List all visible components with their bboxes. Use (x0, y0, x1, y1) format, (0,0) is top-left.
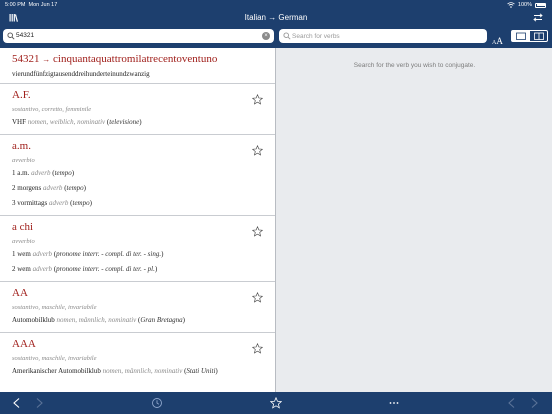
forward-icon[interactable] (33, 397, 45, 409)
verb-search-input[interactable] (292, 30, 472, 42)
list-item[interactable]: AAA sostantivo, maschile, invariabile Am… (0, 333, 275, 392)
entry-headword: a chi (12, 221, 34, 233)
entry-headword: A.F. (12, 89, 31, 101)
status-bar: 5:00 PM Mon Jun 17 100% (0, 0, 552, 10)
star-icon[interactable] (252, 94, 263, 105)
star-icon[interactable] (252, 343, 263, 354)
search-icon (283, 32, 291, 40)
page-title: Italian → German (244, 13, 308, 22)
more-options-icon[interactable] (388, 397, 400, 409)
search-row: 54321 × AA (0, 29, 552, 46)
entry-grammar: avverbio (12, 157, 35, 164)
entry-grammar: avverbio (12, 238, 35, 245)
star-icon[interactable] (252, 292, 263, 303)
status-time: 5:00 PM Mon Jun 17 (5, 2, 58, 8)
single-pane-view-icon[interactable] (512, 31, 529, 41)
entry-grammar: sostantivo, maschile, invariabile (12, 304, 97, 311)
entry-translation: Automobilklub nomen, männlich, nominativ… (12, 316, 186, 324)
clear-search-icon[interactable]: × (262, 32, 270, 40)
results-list[interactable]: 54321 → cinquantaquattromilatrecentovent… (0, 48, 276, 392)
star-icon[interactable] (252, 226, 263, 237)
view-mode-toggle[interactable] (511, 30, 548, 42)
list-item[interactable]: a chi avverbio 1 wem adverb (pronome int… (0, 216, 275, 282)
search-icon (7, 32, 15, 40)
history-icon[interactable] (151, 397, 163, 409)
list-item[interactable]: AA sostantivo, maschile, invariabile Aut… (0, 282, 275, 333)
star-icon[interactable] (252, 145, 263, 156)
entry-translation: VHF nomen, weiblich, nominativ (televisi… (12, 118, 142, 126)
conjugation-back-icon[interactable] (506, 397, 518, 409)
nav-bar: Italian → German (0, 10, 552, 27)
swap-languages-icon[interactable] (533, 13, 543, 22)
entry-headword: a.m. (12, 140, 31, 152)
battery-percent: 100% (517, 2, 532, 8)
entry-headword: AA (12, 287, 28, 299)
conjugation-pane: Search for the verb you wish to conjugat… (277, 48, 552, 392)
font-size-button[interactable]: AA (492, 31, 503, 49)
status-right: 100% (507, 2, 546, 8)
entry-translation: 2 morgens adverb (tempo) (12, 184, 86, 192)
entry-translation: 1 a.m. adverb (tempo) (12, 169, 75, 177)
entry-grammar: sostantivo, corretto, femminile (12, 106, 92, 113)
entry-translation: 3 vormittags adverb (tempo) (12, 199, 92, 207)
entry-translation: vierundfünfzigtausenddreihunderteinundzw… (12, 70, 150, 78)
conjugation-hint: Search for the verb you wish to conjugat… (353, 62, 476, 69)
entry-grammar: sostantivo, maschile, invariabile (12, 355, 97, 362)
list-item[interactable]: a.m. avverbio 1 a.m. adverb (tempo) 2 mo… (0, 135, 275, 216)
battery-icon (535, 2, 546, 8)
list-item[interactable]: 54321 → cinquantaquattromilatrecentovent… (0, 48, 275, 84)
entry-translation: 1 wem adverb (pronome interr. - compl. d… (12, 250, 164, 258)
entry-headword: AAA (12, 338, 36, 350)
entry-translation: 2 wem adverb (pronome interr. - compl. d… (12, 265, 158, 273)
font-size-large-label: A (496, 36, 503, 46)
favorites-star-icon[interactable] (270, 397, 282, 409)
entry-headword: 54321 → cinquantaquattromilatrecentovent… (12, 53, 218, 65)
dictionary-search-field[interactable]: 54321 × (3, 29, 274, 43)
entry-translation: Amerikanischer Automobilklub nomen, männ… (12, 367, 218, 375)
back-icon[interactable] (11, 397, 23, 409)
split-pane-view-icon[interactable] (529, 31, 547, 41)
verb-search-field[interactable] (279, 29, 487, 43)
top-bar: 5:00 PM Mon Jun 17 100% Italian → German… (0, 0, 552, 48)
list-item[interactable]: A.F. sostantivo, corretto, femminile VHF… (0, 84, 275, 135)
wifi-icon (507, 2, 515, 8)
search-input[interactable]: 54321 (16, 32, 34, 39)
conjugation-forward-icon[interactable] (528, 397, 540, 409)
bottom-toolbar (0, 392, 552, 414)
